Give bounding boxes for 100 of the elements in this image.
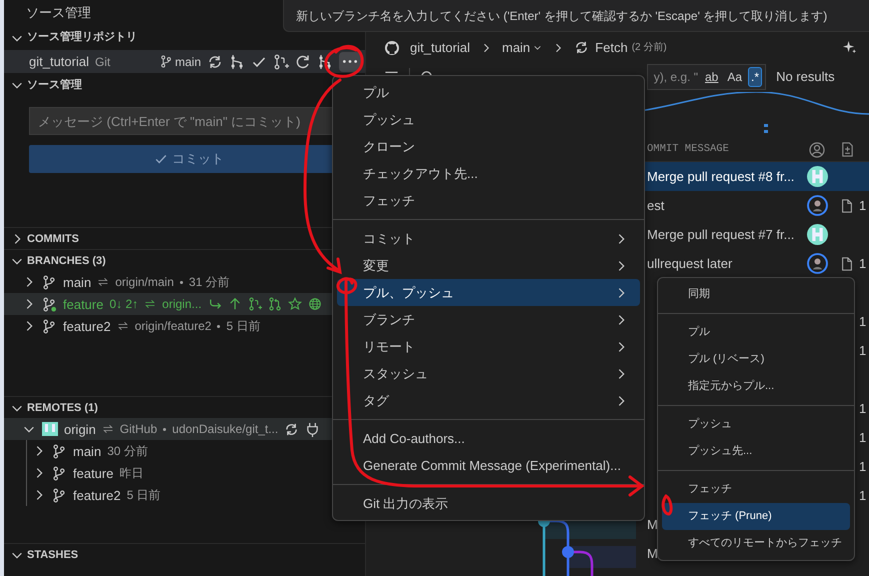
- section-header[interactable]: BRANCHES (3): [27, 252, 106, 270]
- repo-name[interactable]: git_tutorial: [410, 38, 470, 58]
- more-icon: [343, 60, 357, 64]
- branch-icon[interactable]: [160, 55, 173, 68]
- upstream-label: origin/feature2: [134, 318, 212, 336]
- sync-icon[interactable]: [284, 422, 300, 437]
- menu-item[interactable]: ブランチ: [363, 310, 614, 330]
- branch-name: feature: [73, 464, 114, 483]
- bullet-icon: [163, 428, 166, 431]
- menu-item[interactable]: プル: [662, 319, 850, 346]
- file-count: 1: [859, 400, 866, 418]
- github-icon: [384, 40, 400, 56]
- file-count: 1: [859, 312, 866, 331]
- branch-icon: [52, 466, 67, 481]
- swap-icon: [97, 276, 110, 288]
- star-icon[interactable]: [288, 297, 302, 312]
- plug-icon[interactable]: [305, 422, 320, 437]
- upstream-label: origin/main: [115, 274, 174, 292]
- graph-icon[interactable]: [317, 54, 333, 70]
- menu-item[interactable]: スタッシュ: [363, 364, 614, 384]
- menu-item[interactable]: タグ: [363, 390, 614, 410]
- more-button[interactable]: [339, 52, 361, 72]
- fetch-button[interactable]: Fetch: [574, 38, 628, 58]
- menu-item[interactable]: フェッチ (Prune): [662, 503, 850, 530]
- menu-item[interactable]: リモート: [363, 336, 614, 356]
- branch-icon: [52, 488, 67, 503]
- globe-icon[interactable]: [308, 297, 322, 312]
- branch-label[interactable]: main: [174, 52, 201, 71]
- bullet-icon: [180, 280, 183, 284]
- compare-icon[interactable]: [268, 297, 282, 312]
- swap-icon: [144, 298, 156, 310]
- bullet-icon: [217, 324, 220, 328]
- menu-item[interactable]: 同期: [662, 281, 850, 308]
- file-count: 1: [859, 196, 866, 215]
- relative-time: 5 日前: [126, 487, 161, 504]
- sparkle-icon[interactable]: [842, 40, 857, 55]
- branch-name: main: [63, 274, 92, 292]
- swap-icon: [116, 320, 129, 332]
- remote-name: origin: [64, 420, 96, 439]
- file-icon: [840, 198, 854, 212]
- file-count: 1: [859, 428, 866, 447]
- avatar-icon: [42, 421, 58, 438]
- branch-icon: [52, 444, 67, 459]
- relative-time: 30 分前: [107, 443, 148, 460]
- repo-name[interactable]: git_tutorial: [29, 52, 89, 72]
- relative-time: 31 分前: [188, 274, 230, 292]
- menu-item[interactable]: プル: [337, 79, 640, 106]
- menu-item[interactable]: コミット: [363, 228, 614, 248]
- commit-message[interactable]: Merge pull request #7 fr...: [647, 226, 794, 242]
- menu-item[interactable]: すべてのリモートからフェッチ: [662, 530, 850, 557]
- file-count: 1: [859, 342, 866, 360]
- section-header[interactable]: ソース管理リポジトリ: [27, 29, 137, 46]
- sync-icon: [574, 40, 590, 55]
- commit-message[interactable]: Merge pull request #8 fr...: [647, 168, 794, 184]
- commit-message[interactable]: est: [647, 198, 664, 213]
- branch-name: main: [73, 442, 102, 461]
- refresh-icon[interactable]: [295, 54, 311, 70]
- branch-name: feature2: [73, 486, 121, 505]
- notification-text: 新しいブランチ名を入力してください ('Enter' を押して確認するか 'Escape' を押して取り消します): [283, 0, 869, 32]
- file-count: 1: [859, 254, 866, 273]
- menu-item[interactable]: Git 出力の表示: [337, 490, 640, 517]
- file-icon: [840, 256, 854, 270]
- relative-time: 5 日前: [226, 318, 260, 336]
- sync-icon[interactable]: [207, 54, 223, 70]
- fetch-time: (2 分前): [632, 41, 667, 55]
- switch-icon[interactable]: [208, 297, 222, 312]
- menu-item[interactable]: 変更: [363, 256, 614, 276]
- menu-item[interactable]: Add Co-authors...: [337, 425, 640, 452]
- swap-icon: [102, 423, 114, 436]
- branch-name: feature2: [63, 318, 111, 336]
- file-count: 1: [859, 458, 866, 476]
- commit-message[interactable]: ullrequest later: [647, 256, 732, 271]
- menu-item[interactable]: プル (リベース): [662, 346, 850, 373]
- menu-item[interactable]: プッシュ先...: [662, 438, 850, 465]
- commit-message[interactable]: M: [647, 546, 658, 561]
- menu-item[interactable]: プッシュ: [662, 411, 850, 438]
- section-header[interactable]: REMOTES (1): [27, 400, 98, 416]
- section-header[interactable]: COMMITS: [27, 230, 79, 248]
- relative-time: 昨日: [119, 465, 144, 482]
- upstream-label: origin...: [162, 296, 202, 314]
- author-icon: [809, 142, 825, 158]
- menu-item[interactable]: Generate Commit Message (Experimental)...: [337, 452, 640, 479]
- branch-name: feature: [63, 296, 104, 314]
- sync-status: 0↓ 2↑: [109, 296, 138, 314]
- section-header[interactable]: STASHES: [27, 546, 78, 563]
- pull-request-icon[interactable]: [273, 54, 289, 70]
- branch-dropdown[interactable]: main: [502, 38, 542, 58]
- push-icon[interactable]: [228, 297, 242, 312]
- repo-provider: Git: [94, 54, 110, 71]
- pull-request-icon[interactable]: [248, 297, 262, 312]
- commit-message[interactable]: M: [647, 516, 658, 532]
- file-count: 1: [859, 486, 866, 505]
- menu-item[interactable]: 指定元からプル...: [662, 373, 850, 400]
- section-header[interactable]: ソース管理: [27, 77, 82, 94]
- stash-icon[interactable]: [229, 54, 245, 70]
- menu-item[interactable]: フェッチ: [662, 476, 850, 503]
- column-header: OMMIT MESSAGE: [646, 142, 730, 157]
- changes-icon: [840, 142, 855, 157]
- menu-item[interactable]: フェッチ: [337, 187, 640, 214]
- remote-provider: GitHub: [120, 421, 158, 438]
